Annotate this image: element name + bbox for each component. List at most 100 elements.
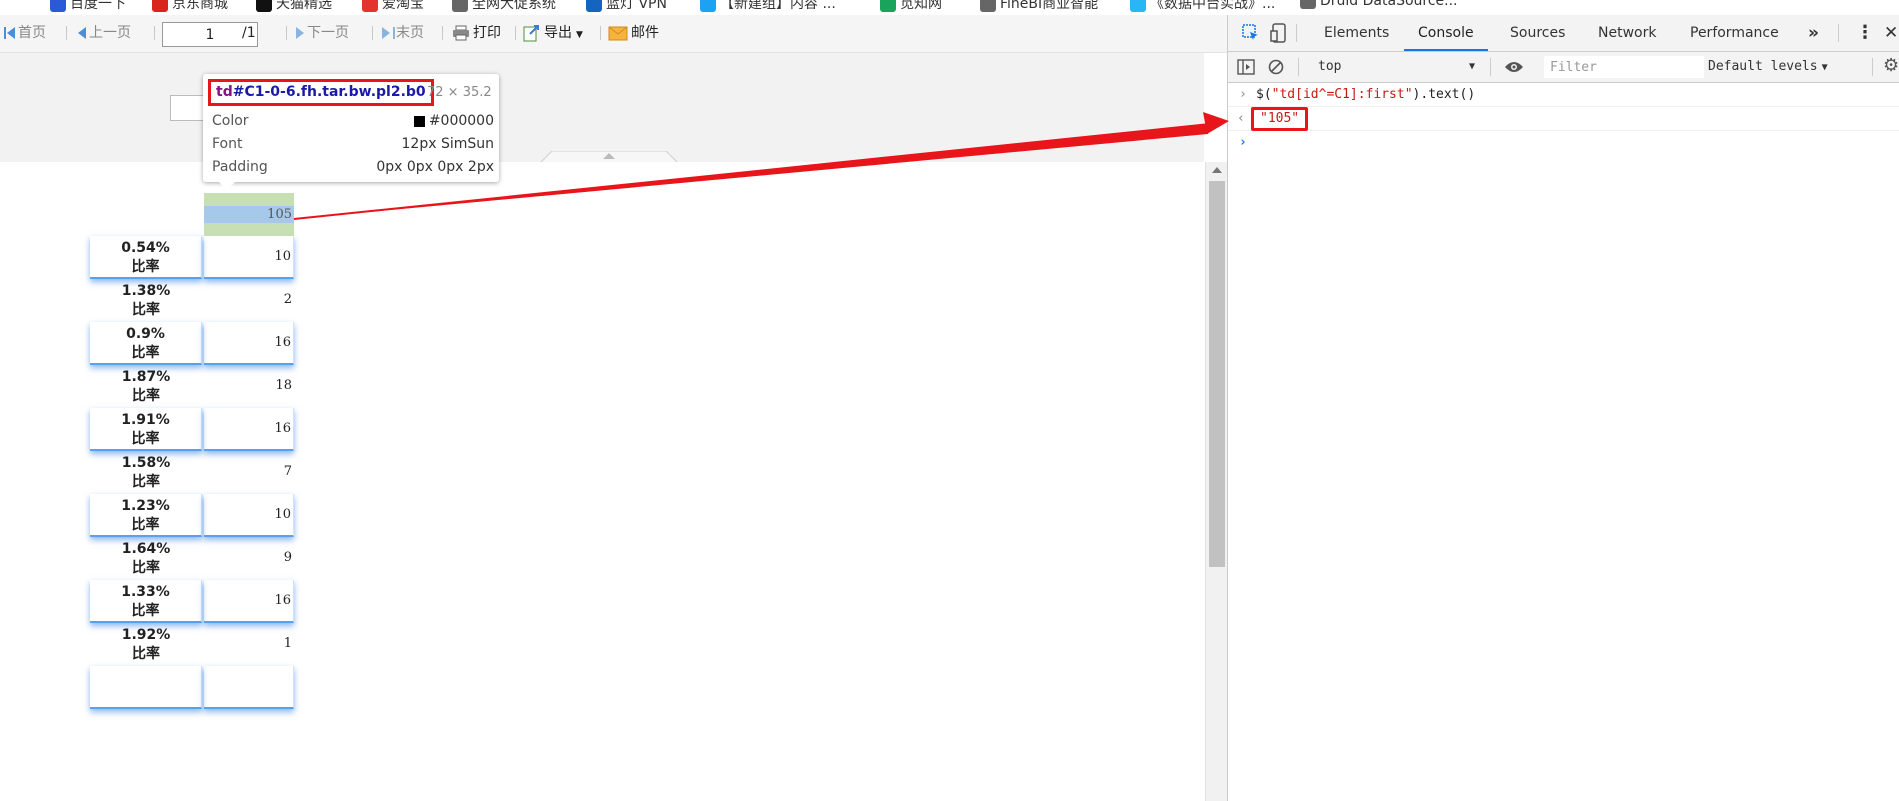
- console-output[interactable]: › $("td[id^=C1]:first").text() ‹ "105" ›: [1228, 83, 1899, 801]
- console-input-line[interactable]: ›: [1228, 131, 1899, 155]
- prev-page-button[interactable]: 上一页: [78, 23, 131, 43]
- value-cell[interactable]: 1: [204, 623, 294, 666]
- devtools-menu-icon[interactable]: ⋮: [1856, 15, 1874, 51]
- bookmark-icon: [1130, 0, 1146, 12]
- eye-icon[interactable]: [1504, 60, 1524, 74]
- bookmark-item[interactable]: 百度一下: [50, 0, 126, 12]
- more-tabs-icon[interactable]: »: [1808, 15, 1819, 51]
- clear-console-icon[interactable]: [1268, 59, 1284, 75]
- mail-button[interactable]: 邮件: [608, 23, 659, 43]
- last-page-button[interactable]: 末页: [382, 23, 424, 43]
- console-settings-icon[interactable]: ⚙: [1883, 55, 1899, 76]
- value-number: 9: [283, 550, 292, 565]
- value-cell[interactable]: 10: [204, 236, 294, 279]
- console-result-line: ‹ "105": [1228, 107, 1899, 131]
- scrollbar-thumb[interactable]: [1209, 181, 1225, 567]
- mail-icon: [608, 26, 628, 40]
- value-cell[interactable]: 2: [204, 279, 294, 322]
- ratio-percent: 1.87%: [121, 369, 171, 385]
- ratio-label: 比率: [131, 431, 160, 447]
- page-total: /1: [242, 25, 256, 41]
- log-levels-select[interactable]: Default levels ▼: [1708, 56, 1828, 78]
- input-prompt-icon: ›: [1239, 135, 1247, 150]
- toolbar-divider: [515, 26, 516, 40]
- last-page-icon: [382, 27, 390, 39]
- tab-elements[interactable]: Elements: [1310, 15, 1403, 51]
- console-filter-input[interactable]: [1544, 56, 1704, 78]
- first-page-icon: [4, 27, 6, 39]
- tab-network[interactable]: Network: [1584, 15, 1670, 51]
- context-select[interactable]: top ▼: [1309, 56, 1483, 78]
- ratio-cell[interactable]: 0.54% 比率: [90, 236, 202, 279]
- tab-sources[interactable]: Sources: [1496, 15, 1579, 51]
- tooltip-size: 72 × 35.2: [427, 85, 492, 100]
- bookmark-icon: [880, 0, 896, 12]
- print-button[interactable]: 打印: [452, 23, 501, 43]
- value-cell[interactable]: 10: [204, 494, 294, 537]
- ratio-label: 比率: [132, 302, 160, 318]
- value-number: 16: [274, 593, 291, 608]
- value-number: 10: [274, 249, 291, 264]
- devtools-tab-bar: Elements Console Sources Network Perform…: [1228, 15, 1899, 52]
- page-scrollbar[interactable]: [1205, 162, 1228, 801]
- ratio-label: 比率: [131, 259, 160, 275]
- tab-console[interactable]: Console: [1404, 15, 1488, 51]
- console-sidebar-icon[interactable]: [1237, 59, 1255, 75]
- close-devtools-icon[interactable]: ✕: [1884, 15, 1898, 51]
- console-command-line: › $("td[id^=C1]:first").text(): [1228, 83, 1899, 107]
- value-cell[interactable]: 9: [204, 537, 294, 580]
- tab-performance[interactable]: Performance: [1676, 15, 1793, 51]
- toolbar-divider: [66, 26, 67, 40]
- ratio-percent: 1.23%: [121, 498, 170, 514]
- console-toolbar: top▼ Default levels▼ ⚙: [1228, 52, 1899, 83]
- bookmark-item[interactable]: 全网大促系统: [452, 0, 556, 12]
- inspect-tooltip: td#C1-0-6.fh.tar.bw.pl2.b0 72 × 35.2 Col…: [203, 74, 499, 190]
- value-cell[interactable]: 18: [204, 365, 294, 408]
- value-number: 18: [275, 378, 292, 393]
- tooltip-arrow: [219, 182, 235, 190]
- bookmark-item[interactable]: 蓝灯 VPN: [586, 0, 667, 12]
- value-cell[interactable]: 16: [204, 408, 294, 451]
- value-cell[interactable]: 7: [204, 451, 294, 494]
- bookmark-icon: [586, 0, 602, 12]
- ratio-cell[interactable]: 1.92% 比率: [90, 623, 202, 666]
- inspect-element-icon[interactable]: [1242, 24, 1260, 42]
- bookmark-item[interactable]: Druid DataSource...: [1300, 0, 1458, 9]
- ratio-cell[interactable]: [90, 666, 202, 709]
- console-result: "105": [1251, 107, 1309, 131]
- bookmark-item[interactable]: 爱淘宝: [362, 0, 424, 12]
- value-cell[interactable]: 16: [204, 322, 294, 365]
- bookmark-item[interactable]: 《数据中台实战》...: [1130, 0, 1275, 12]
- first-page-button[interactable]: 首页: [4, 23, 46, 43]
- ratio-cell[interactable]: 0.9% 比率: [90, 322, 202, 365]
- device-toolbar-icon[interactable]: [1270, 23, 1288, 43]
- value-number: 16: [274, 335, 291, 350]
- toolbar-divider: [286, 26, 287, 40]
- ratio-label: 比率: [132, 646, 160, 662]
- bookmark-icon: [50, 0, 66, 12]
- scroll-up-icon[interactable]: [1212, 167, 1222, 173]
- tooltip-row-padding: Padding 0px 0px 0px 2px: [212, 159, 494, 175]
- ratio-cell[interactable]: 1.91% 比率: [90, 408, 202, 451]
- ratio-cell[interactable]: 1.87% 比率: [90, 365, 202, 408]
- next-page-button[interactable]: 下一页: [296, 23, 349, 43]
- ratio-cell[interactable]: 1.38% 比率: [90, 279, 202, 322]
- header-value-cell[interactable]: 105: [204, 193, 294, 236]
- header-value: 105: [267, 207, 292, 222]
- ratio-cell[interactable]: 1.33% 比率: [90, 580, 202, 623]
- bookmark-icon: [700, 0, 716, 12]
- ratio-cell[interactable]: 1.23% 比率: [90, 494, 202, 537]
- ratio-cell[interactable]: 1.64% 比率: [90, 537, 202, 580]
- bookmark-item[interactable]: 【新建组】内容 ...: [700, 0, 836, 12]
- bookmark-item[interactable]: FineBI商业智能: [980, 0, 1098, 12]
- toolbar-divider: [1298, 58, 1299, 76]
- result-prompt-icon: ‹: [1237, 111, 1245, 126]
- bookmark-item[interactable]: 京东商城: [152, 0, 228, 12]
- value-cell[interactable]: [204, 666, 294, 709]
- ratio-cell[interactable]: 1.58% 比率: [90, 451, 202, 494]
- value-cell[interactable]: 16: [204, 580, 294, 623]
- export-button[interactable]: 导出 ▼: [523, 23, 583, 43]
- bookmark-item[interactable]: 觅知网: [880, 0, 942, 12]
- bookmark-item[interactable]: 天猫精选: [256, 0, 332, 12]
- dropdown-caret-icon: ▼: [1468, 61, 1475, 72]
